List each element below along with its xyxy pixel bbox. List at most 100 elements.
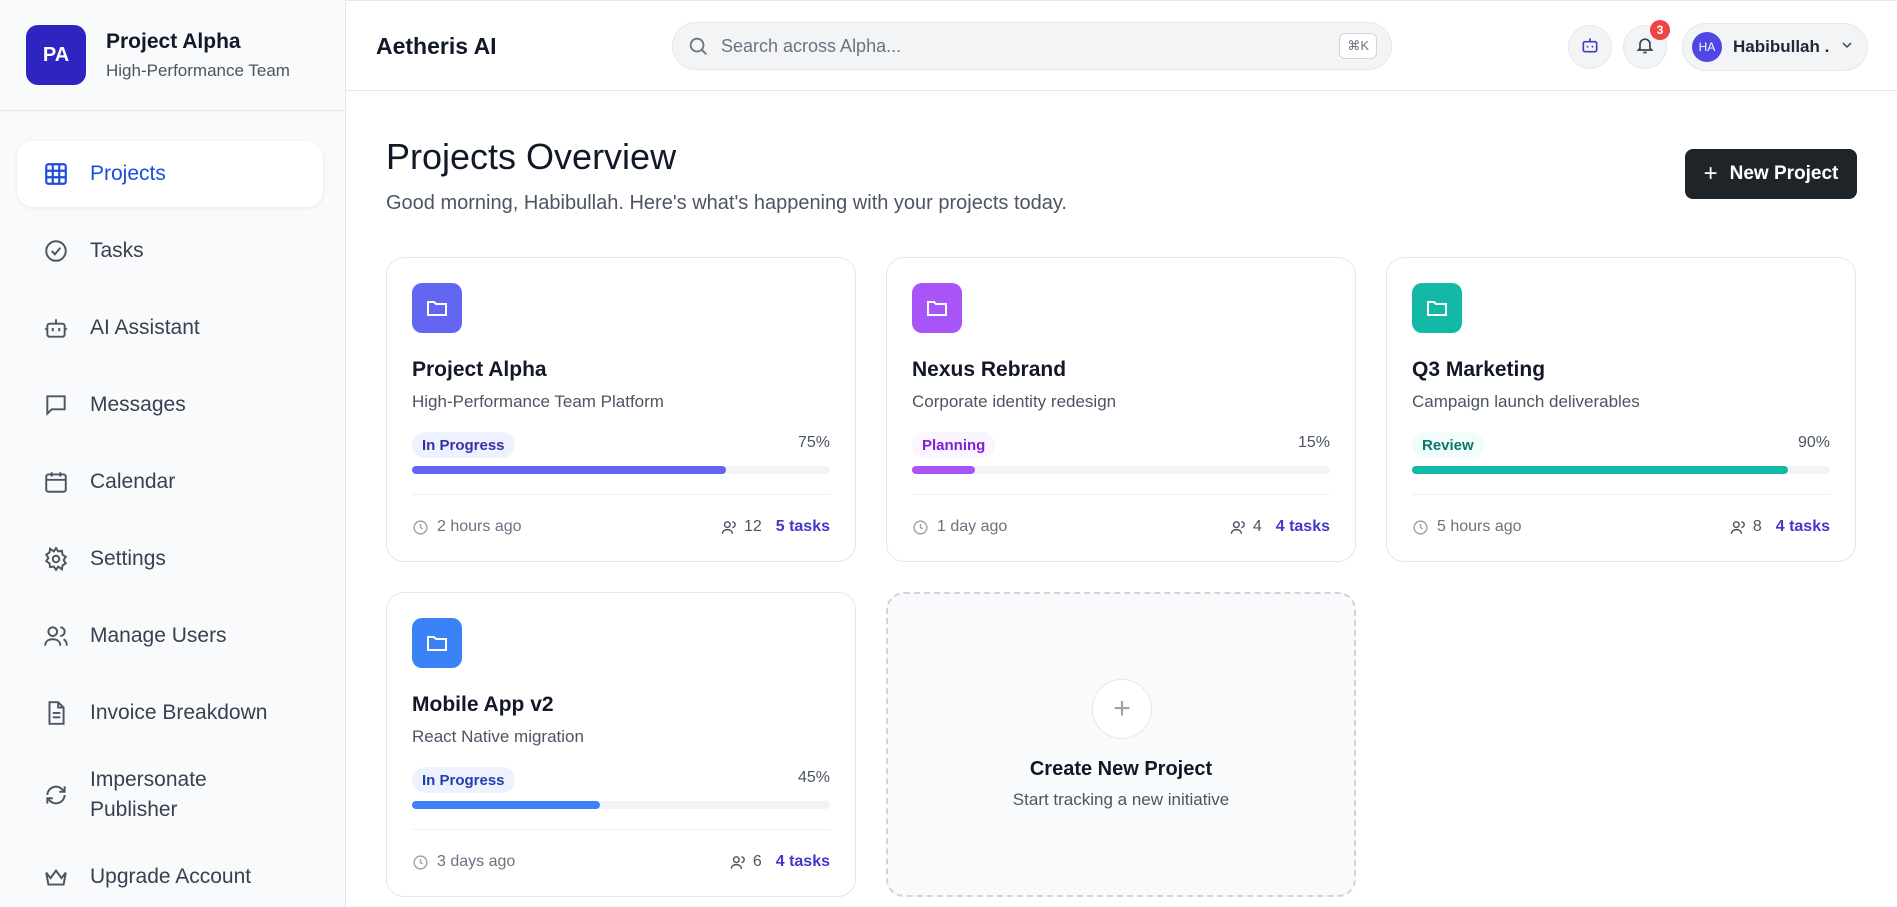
sidebar-item-label: Messages (90, 392, 186, 416)
sidebar-item-label: Settings (90, 546, 166, 570)
ai-assistant-button[interactable] (1568, 25, 1612, 69)
sidebar-item-invoice-breakdown[interactable]: Invoice Breakdown (17, 680, 323, 746)
org-name: Project Alpha (106, 29, 241, 53)
user-name: Habibullah . (1733, 37, 1830, 56)
project-card[interactable]: Mobile App v2 React Native migration In … (386, 592, 856, 897)
org-logo: PA (26, 25, 86, 85)
search-input[interactable] (721, 35, 1321, 57)
create-project-title: Create New Project (1029, 758, 1213, 780)
project-meta: 6 4 tasks (730, 853, 830, 871)
sidebar-item-calendar[interactable]: Calendar (17, 449, 323, 515)
sidebar-item-projects[interactable]: Projects (17, 141, 323, 207)
sidebar-item-label: Calendar (90, 469, 176, 493)
sidebar-item-label: Upgrade Account (90, 864, 252, 888)
gear-icon (42, 545, 70, 573)
updated-text: 5 hours ago (1437, 518, 1522, 535)
updated-text: 3 days ago (437, 853, 516, 870)
chevron-down-icon (1839, 37, 1855, 58)
progress-bar (912, 466, 1330, 474)
folder-icon (1412, 283, 1462, 333)
project-description: High-Performance Team Platform (412, 392, 664, 411)
status-badge: Review (1412, 432, 1484, 458)
status-badge: Planning (912, 432, 996, 458)
sidebar-item-tasks[interactable]: Tasks (17, 218, 323, 284)
document-icon (42, 699, 70, 727)
folder-icon (412, 283, 462, 333)
sidebar-item-label: Manage Users (90, 623, 227, 647)
new-project-button[interactable]: + New Project (1685, 149, 1857, 199)
notification-badge: 3 (1650, 20, 1670, 40)
task-count-link[interactable]: 5 tasks (776, 518, 830, 536)
sidebar-item-label: Projects (90, 161, 166, 185)
progress-bar (412, 801, 830, 809)
project-meta: 4 4 tasks (1230, 518, 1330, 536)
clock-icon (913, 519, 928, 535)
sidebar: PA Project Alpha High-Performance Team P… (0, 0, 346, 907)
clock-icon (413, 854, 428, 870)
avatar: HA (1692, 32, 1722, 62)
project-title: Project Alpha (412, 358, 547, 381)
project-meta: 12 5 tasks (721, 518, 830, 536)
sidebar-nav: Projects Tasks AI Assistant Messages Cal… (0, 111, 345, 907)
project-title: Q3 Marketing (1412, 358, 1546, 381)
project-meta: 8 4 tasks (1730, 518, 1830, 536)
folder-icon (412, 618, 462, 668)
page-subtitle: Good morning, Habibullah. Here's what's … (386, 192, 1067, 214)
member-count: 12 (743, 518, 762, 535)
sidebar-item-impersonate-publisher[interactable]: Impersonate Publisher (17, 757, 323, 833)
member-count: 4 (1252, 518, 1262, 535)
bot-icon (1580, 35, 1600, 60)
progress-bar (412, 466, 830, 474)
sidebar-item-label: Impersonate Publisher (90, 767, 207, 821)
folder-icon (912, 283, 962, 333)
brand-title: Aetheris AI (376, 33, 497, 59)
progress-percent: 75% (797, 434, 830, 451)
project-title: Nexus Rebrand (912, 358, 1067, 381)
sidebar-item-settings[interactable]: Settings (17, 526, 323, 592)
notifications-button[interactable]: 3 (1623, 20, 1670, 69)
project-card[interactable]: Nexus Rebrand Corporate identity redesig… (886, 257, 1356, 562)
user-menu[interactable]: HA Habibullah . (1682, 23, 1868, 71)
create-project-card[interactable]: + Create New Project Start tracking a ne… (886, 592, 1356, 897)
search-icon (687, 35, 709, 57)
member-count: 6 (752, 853, 762, 870)
task-count-link[interactable]: 4 tasks (1776, 518, 1830, 536)
search-bar[interactable]: ⌘K (672, 22, 1392, 70)
sidebar-item-messages[interactable]: Messages (17, 372, 323, 438)
progress-fill (412, 466, 726, 474)
plus-icon: + (1092, 679, 1152, 739)
sidebar-item-manage-users[interactable]: Manage Users (17, 603, 323, 669)
plus-icon: + (1703, 160, 1718, 187)
users-icon (42, 622, 70, 650)
org-header[interactable]: PA Project Alpha High-Performance Team (0, 0, 345, 111)
grid-icon (42, 160, 70, 188)
task-count-link[interactable]: 4 tasks (1276, 518, 1330, 536)
clock-icon (1413, 519, 1428, 535)
progress-percent: 90% (1797, 434, 1830, 451)
task-count-link[interactable]: 4 tasks (776, 853, 830, 871)
users-icon (1730, 520, 1745, 534)
refresh-icon (42, 781, 70, 809)
progress-fill (1412, 466, 1789, 474)
project-description: React Native migration (412, 727, 584, 746)
progress-fill (912, 466, 975, 474)
sidebar-item-upgrade-account[interactable]: Upgrade Account (17, 844, 323, 907)
users-icon (730, 855, 745, 869)
member-count: 8 (1752, 518, 1762, 535)
sidebar-item-label: Tasks (90, 238, 144, 262)
sidebar-item-ai-assistant[interactable]: AI Assistant (17, 295, 323, 361)
progress-bar (1412, 466, 1830, 474)
users-icon (1230, 520, 1245, 534)
create-project-subtitle: Start tracking a new initiative (1012, 790, 1230, 809)
clock-icon (413, 519, 428, 535)
calendar-icon (42, 468, 70, 496)
last-updated: 3 days ago (412, 853, 515, 871)
bot-icon (42, 314, 70, 342)
project-title: Mobile App v2 (412, 693, 554, 716)
status-badge: In Progress (412, 767, 515, 793)
progress-fill (412, 801, 601, 809)
project-card[interactable]: Project Alpha High-Performance Team Plat… (386, 257, 856, 562)
page-title: Projects Overview (386, 136, 677, 177)
topbar: Aetheris AI ⌘K 3 HA Habibullah . (346, 0, 1897, 91)
project-card[interactable]: Q3 Marketing Campaign launch deliverable… (1386, 257, 1856, 562)
